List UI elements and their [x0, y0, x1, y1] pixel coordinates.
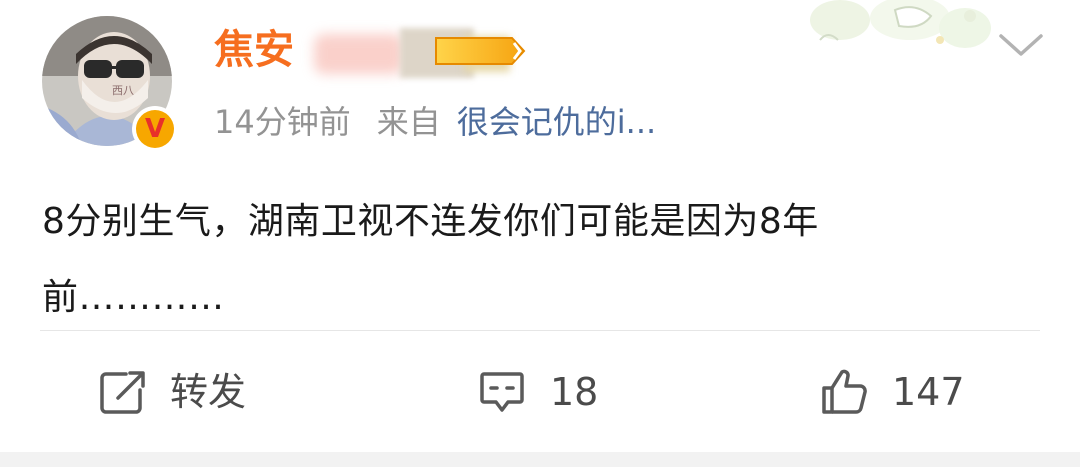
chevron-down-icon[interactable] — [998, 30, 1044, 60]
thumbs-up-icon — [822, 369, 867, 414]
comment-count: 18 — [550, 370, 599, 414]
repost-icon — [100, 371, 145, 414]
post-source-link[interactable]: 很会记仇的i... — [457, 103, 656, 141]
bottom-separator — [0, 452, 1080, 467]
post-meta: 14分钟前 来自 很会记仇的i... — [214, 100, 656, 144]
comment-icon — [480, 372, 524, 412]
post-time: 14分钟前 — [214, 103, 351, 141]
decorative-illustration — [810, 0, 991, 48]
post-content-line: 前………… — [42, 277, 225, 318]
like-count: 147 — [892, 370, 965, 414]
post-content-line: 8分别生气，湖南卫视不连发你们可能是因为8年 — [42, 201, 819, 242]
divider — [40, 330, 1040, 331]
avatar-mask-text: 西八 — [112, 84, 134, 97]
repost-button[interactable]: 转发 — [96, 360, 246, 424]
member-badge-icon[interactable] — [432, 34, 528, 68]
repost-label: 转发 — [170, 370, 247, 414]
comment-button[interactable]: 18 — [476, 360, 598, 424]
verified-badge: V — [132, 106, 178, 152]
post-content[interactable]: 8分别生气，湖南卫视不连发你们可能是因为8年 前………… — [42, 184, 1042, 336]
author-name[interactable]: 焦安 — [214, 24, 294, 76]
like-button[interactable]: 147 — [818, 360, 965, 424]
from-label: 来自 — [376, 103, 441, 141]
